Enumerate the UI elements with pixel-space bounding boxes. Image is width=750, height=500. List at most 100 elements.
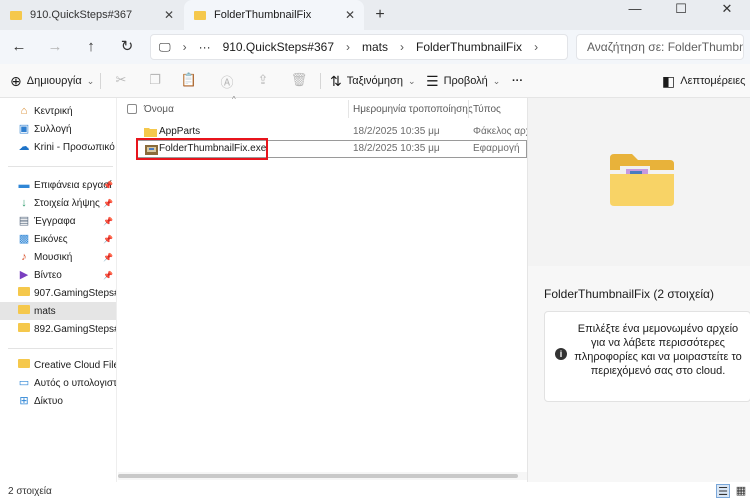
- sidebar-item-home[interactable]: ⌂ Κεντρική: [0, 102, 116, 120]
- column-divider[interactable]: [348, 100, 349, 118]
- delete-icon[interactable]: 🗑: [290, 72, 308, 90]
- sidebar-item-music[interactable]: ♪ Μουσική 📌: [0, 248, 116, 266]
- folder-icon: [144, 128, 157, 137]
- sidebar-item-desktop[interactable]: ▬ Επιφάνεια εργασί 📌: [0, 176, 116, 194]
- column-header-type[interactable]: Τύπος: [473, 98, 527, 120]
- sidebar-item-downloads[interactable]: ↓ Στοιχεία λήψης 📌: [0, 194, 116, 212]
- sidebar-item-pictures[interactable]: ▩ Εικόνες 📌: [0, 230, 116, 248]
- select-all-checkbox[interactable]: [127, 104, 137, 114]
- sidebar-item-label: Creative Cloud Files F: [34, 359, 116, 371]
- minimize-button[interactable]: —: [612, 0, 658, 30]
- scrollbar-thumb[interactable]: [118, 474, 518, 478]
- sidebar-item-label: Εικόνες: [34, 233, 68, 245]
- horizontal-scrollbar[interactable]: [118, 472, 527, 480]
- sidebar-item-label: 892.GamingSteps#20: [34, 323, 116, 335]
- folder-icon: [18, 323, 30, 335]
- more-button[interactable]: ···: [512, 72, 523, 90]
- preview-area: [528, 98, 750, 266]
- details-button[interactable]: ◧ Λεπτομέρειες: [662, 72, 745, 90]
- details-view-icon[interactable]: ☰: [716, 484, 730, 498]
- sidebar-item-label: Επιφάνεια εργασί: [34, 179, 112, 191]
- folder-icon: [10, 10, 22, 20]
- search-input[interactable]: Αναζήτηση σε: FolderThumbnailFix: [576, 34, 744, 60]
- sidebar-item-mats[interactable]: mats: [0, 302, 116, 320]
- breadcrumb-item[interactable]: mats: [362, 40, 388, 54]
- column-header-name[interactable]: Όνομα: [144, 98, 344, 120]
- sidebar-item-label: Αυτός ο υπολογιστή: [34, 377, 117, 389]
- sidebar-item-label: mats: [34, 305, 56, 317]
- network-icon: ⊞: [19, 395, 29, 407]
- rename-icon[interactable]: Ⓐ: [218, 72, 236, 90]
- download-icon: ↓: [21, 197, 27, 209]
- gallery-icon: ▣: [18, 123, 30, 135]
- tab-bar: 910.QuickSteps#367 ✕ FolderThumbnailFix …: [0, 0, 750, 30]
- pin-icon: 📌: [103, 216, 113, 226]
- back-button[interactable]: ←: [8, 36, 30, 58]
- sidebar-item-onedrive[interactable]: ☁ Krini - Προσωπικό: [0, 138, 116, 156]
- details-pane-icon: ◧: [662, 72, 676, 89]
- column-divider[interactable]: [468, 100, 469, 118]
- folder-icon: [18, 359, 30, 371]
- details-title: FolderThumbnailFix (2 στοιχεία): [544, 287, 714, 301]
- sidebar-item-folder[interactable]: 892.GamingSteps#20: [0, 320, 116, 338]
- refresh-button[interactable]: ↻: [116, 36, 138, 58]
- command-bar: ⊕ Δημιουργία ⌄ ✂ ❐ 📋 Ⓐ ⇪ 🗑 ⇅ Ταξινόμηση …: [0, 64, 750, 98]
- sidebar-item-label: Στοιχεία λήψης: [34, 197, 100, 209]
- folder-icon: [18, 287, 30, 299]
- sidebar-item-gallery[interactable]: ▣ Συλλογή: [0, 120, 116, 138]
- new-label: Δημιουργία: [26, 75, 82, 87]
- details-pane: FolderThumbnailFix (2 στοιχεία) i Επιλέξ…: [527, 98, 750, 482]
- file-date: 18/2/2025 10:35 μμ: [353, 143, 440, 154]
- sidebar-item-label: Krini - Προσωπικό: [34, 141, 115, 153]
- sidebar-item-label: Δίκτυο: [34, 395, 63, 407]
- pin-icon: 📌: [103, 198, 113, 208]
- folder-icon: [18, 305, 30, 317]
- sidebar-item-folder[interactable]: 907.GamingSteps#20: [0, 284, 116, 302]
- chevron-down-icon: ⌄: [86, 75, 95, 86]
- paste-icon[interactable]: 📋: [180, 72, 198, 90]
- tab-quicksteps[interactable]: 910.QuickSteps#367 ✕: [0, 0, 183, 30]
- close-window-button[interactable]: ✕: [704, 0, 750, 30]
- sidebar-item-label: Συλλογή: [34, 123, 72, 135]
- sidebar-item-this-pc[interactable]: ▭ Αυτός ο υπολογιστή: [0, 374, 117, 392]
- address-row: ← → ↑ ↻ 🖵 › ··· 910.QuickSteps#367 › mat…: [0, 30, 750, 64]
- chevron-right-icon: ›: [534, 40, 539, 54]
- breadcrumb-item[interactable]: FolderThumbnailFix: [416, 40, 522, 54]
- chevron-right-icon: ›: [182, 40, 187, 54]
- up-button[interactable]: ↑: [80, 36, 102, 58]
- video-icon: ▶: [19, 269, 29, 281]
- divider: [320, 73, 321, 89]
- sidebar-item-documents[interactable]: ▤ Έγγραφα 📌: [0, 212, 116, 230]
- forward-button[interactable]: →: [44, 36, 66, 58]
- address-bar[interactable]: 🖵 › ··· 910.QuickSteps#367 › mats › Fold…: [150, 34, 568, 60]
- sidebar-item-network[interactable]: ⊞ Δίκτυο: [0, 392, 116, 410]
- file-date: 18/2/2025 10:35 μμ: [353, 126, 440, 137]
- sort-button[interactable]: ⇅ Ταξινόμηση ⌄: [330, 72, 416, 90]
- tiles-view-icon[interactable]: ▦: [734, 484, 748, 498]
- breadcrumb-item[interactable]: 910.QuickSteps#367: [223, 40, 334, 54]
- maximize-button[interactable]: ☐: [658, 0, 704, 30]
- new-button[interactable]: ⊕ Δημιουργία ⌄: [10, 72, 94, 90]
- view-button[interactable]: ☰ Προβολή ⌄: [426, 72, 500, 90]
- sidebar-item-videos[interactable]: ▶ Βίντεο 📌: [0, 266, 116, 284]
- desktop-icon: ▬: [18, 179, 30, 191]
- item-count: 2 στοιχεία: [8, 486, 52, 497]
- pin-icon: 📌: [103, 252, 113, 262]
- sidebar-item-creative-cloud[interactable]: Creative Cloud Files F: [0, 356, 116, 374]
- divider: [8, 348, 113, 349]
- pictures-icon: ▩: [18, 233, 30, 245]
- tab-folderthumbnailfix[interactable]: FolderThumbnailFix ✕: [184, 0, 364, 30]
- close-tab-icon[interactable]: ✕: [340, 8, 360, 22]
- close-tab-icon[interactable]: ✕: [159, 8, 179, 22]
- column-header-date[interactable]: Ημερομηνία τροποποίησης: [353, 98, 473, 120]
- divider: [100, 73, 101, 89]
- cut-icon[interactable]: ✂: [112, 72, 130, 90]
- info-message: Επιλέξτε ένα μεμονωμένο αρχείο για να λά…: [574, 323, 742, 377]
- share-icon[interactable]: ⇪: [254, 72, 272, 90]
- breadcrumb-overflow[interactable]: ···: [199, 40, 211, 54]
- divider: [8, 166, 113, 167]
- copy-icon[interactable]: ❐: [146, 72, 164, 90]
- new-tab-button[interactable]: +: [371, 6, 389, 24]
- sort-label: Ταξινόμηση: [346, 75, 403, 87]
- documents-icon: ▤: [18, 215, 30, 227]
